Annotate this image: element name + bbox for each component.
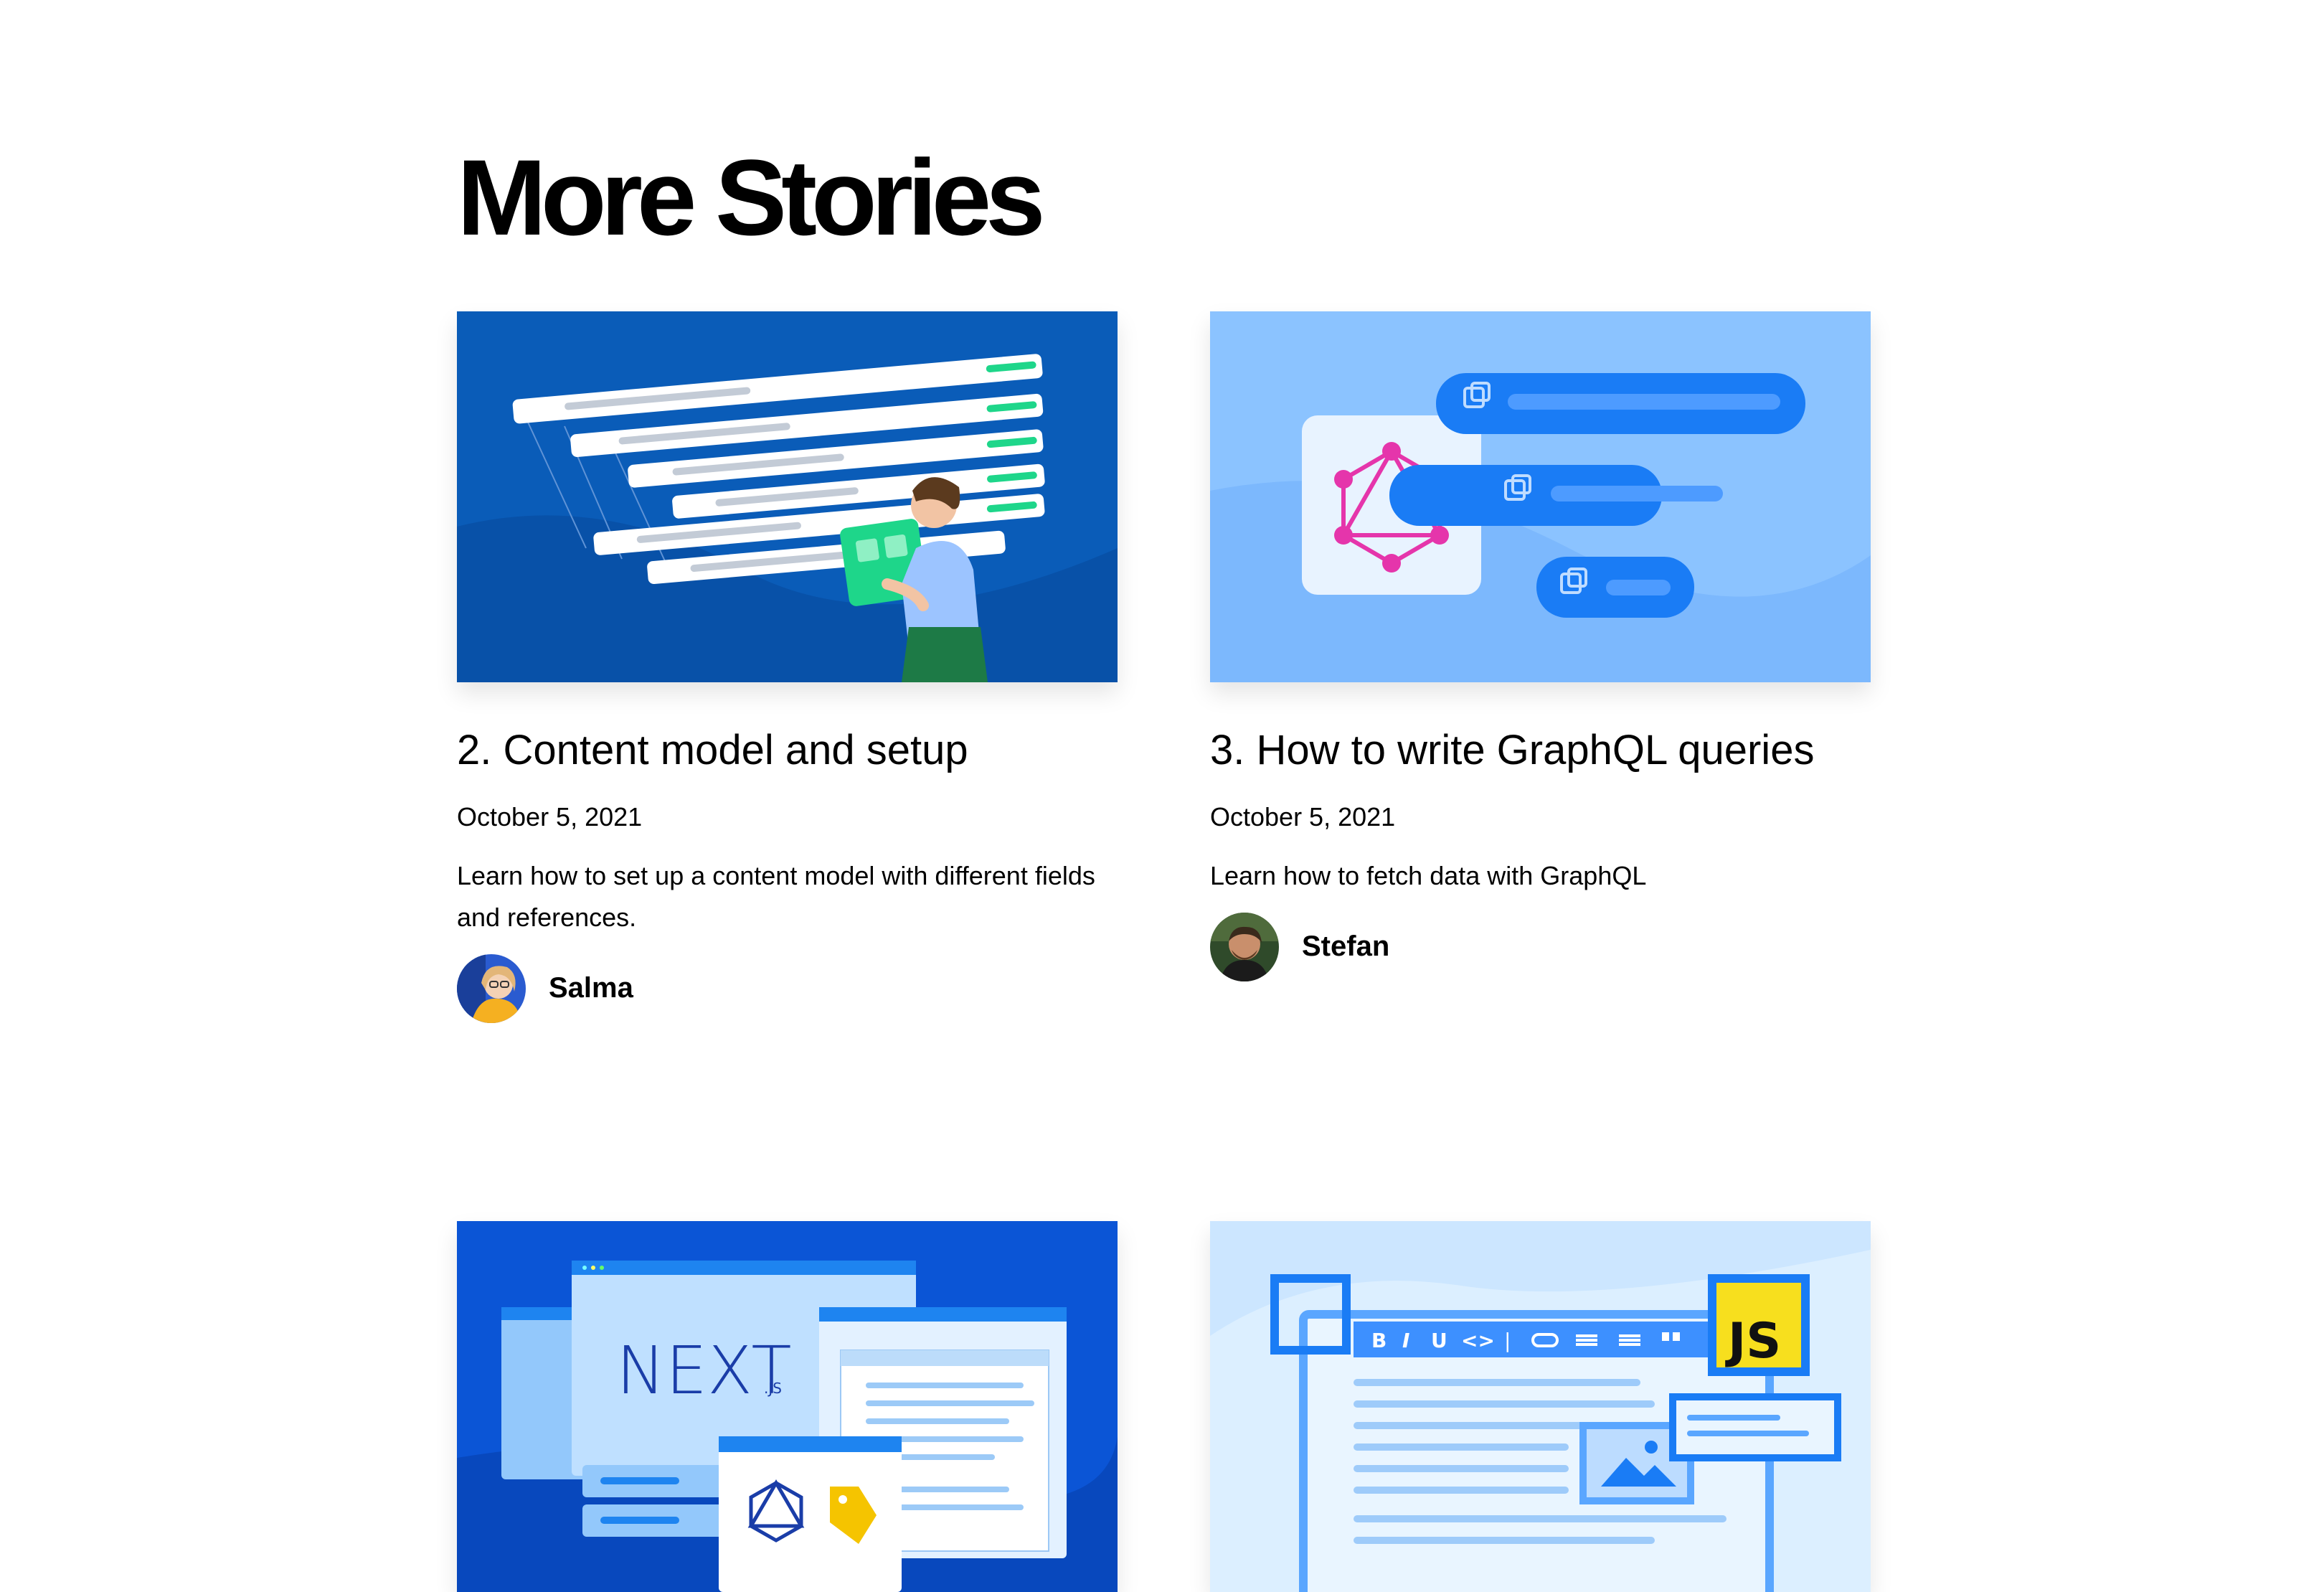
svg-text:<>: <> (1461, 1329, 1495, 1352)
section-title: More Stories (457, 137, 1046, 258)
nextjs-illustration: NEXT .JS (457, 1221, 1118, 1592)
svg-text:NEXT: NEXT (616, 1332, 792, 1409)
author-avatar (457, 953, 526, 1023)
content-model-illustration (457, 311, 1118, 682)
author: Stefan (1210, 912, 1871, 981)
story-cover-image[interactable] (1210, 311, 1871, 682)
story-card: NEXT .JS (457, 1221, 1118, 1592)
story-card: 3. How to write GraphQL queries October … (1210, 311, 1871, 981)
story-date: October 5, 2021 (457, 801, 643, 832)
author: Salma (457, 953, 1118, 1023)
author-avatar (1210, 912, 1279, 981)
story-cover-image[interactable]: B I U <> | JS (1210, 1221, 1871, 1592)
story-date: October 5, 2021 (1210, 801, 1396, 832)
story-excerpt: Learn how to set up a content model with… (457, 860, 1095, 932)
story-card: 2. Content model and setup October 5, 20… (457, 311, 1118, 1023)
author-name: Salma (549, 972, 633, 1004)
story-cover-image[interactable]: NEXT .JS (457, 1221, 1118, 1592)
story-card: B I U <> | JS (1210, 1221, 1871, 1592)
story-title[interactable]: 2. Content model and setup (457, 725, 1118, 776)
story-cover-image[interactable] (457, 311, 1118, 682)
svg-text:U: U (1431, 1329, 1447, 1352)
svg-text:JS: JS (1725, 1313, 1781, 1370)
rich-text-editor-illustration: B I U <> | JS (1210, 1221, 1871, 1592)
story-title[interactable]: 3. How to write GraphQL queries (1210, 725, 1871, 776)
svg-text:I: I (1402, 1329, 1409, 1352)
svg-text:|: | (1504, 1329, 1511, 1352)
story-excerpt: Learn how to fetch data with GraphQL (1210, 860, 1647, 890)
author-name: Stefan (1302, 931, 1390, 963)
graphql-illustration (1210, 311, 1871, 682)
svg-text:.JS: .JS (764, 1380, 782, 1397)
svg-text:B: B (1371, 1329, 1387, 1352)
